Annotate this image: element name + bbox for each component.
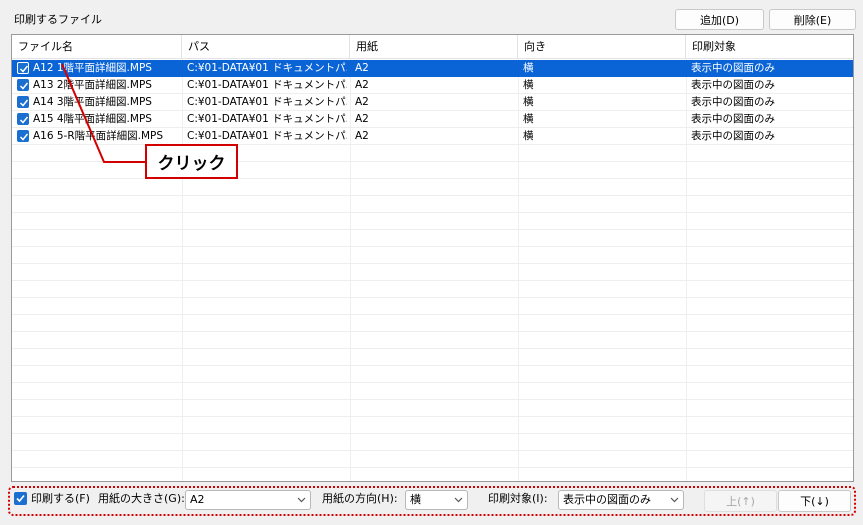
add-button[interactable]: 追加(D) (675, 9, 764, 30)
cell-paper: A2 (355, 96, 369, 108)
print-checkbox[interactable] (14, 492, 27, 505)
print-label[interactable]: 印刷する(F) (31, 492, 90, 506)
cell-print-target: 表示中の図面のみ (691, 96, 775, 108)
empty-row (12, 196, 853, 213)
empty-row (12, 332, 853, 349)
empty-row (12, 162, 853, 179)
cell-orientation: 横 (523, 130, 534, 142)
empty-row (12, 230, 853, 247)
cell-paper: A2 (355, 113, 369, 125)
table-row[interactable]: A16 5-R階平面詳細図.MPS C:¥01-DATA¥01 ドキュメントパ..… (12, 128, 853, 145)
chevron-down-icon (297, 497, 306, 503)
empty-row (12, 349, 853, 366)
cell-orientation: 横 (523, 62, 534, 74)
print-target-dropdown[interactable]: 表示中の図面のみ (558, 490, 684, 510)
cell-path: C:¥01-DATA¥01 ドキュメントパ... (187, 130, 347, 142)
row-checkbox[interactable] (17, 113, 29, 125)
column-header-print-target[interactable]: 印刷対象 (686, 35, 853, 59)
empty-row (12, 145, 853, 162)
orientation-value: 横 (410, 493, 421, 506)
cell-print-target: 表示中の図面のみ (691, 130, 775, 142)
empty-row (12, 179, 853, 196)
table-row[interactable]: A13 2階平面詳細図.MPS C:¥01-DATA¥01 ドキュメントパ... A… (12, 77, 853, 94)
empty-row (12, 468, 853, 481)
cell-path: C:¥01-DATA¥01 ドキュメントパ... (187, 113, 347, 125)
cell-orientation: 横 (523, 79, 534, 91)
empty-row (12, 315, 853, 332)
empty-row (12, 417, 853, 434)
move-up-button[interactable]: 上(↑) (704, 490, 777, 512)
empty-row (12, 451, 853, 468)
cell-print-target: 表示中の図面のみ (691, 113, 775, 125)
empty-row (12, 400, 853, 417)
cell-print-target: 表示中の図面のみ (691, 62, 775, 74)
paper-size-dropdown[interactable]: A2 (185, 490, 311, 510)
print-target-value: 表示中の図面のみ (563, 493, 651, 506)
paper-size-value: A2 (190, 493, 205, 506)
empty-row (12, 383, 853, 400)
cell-paper: A2 (355, 79, 369, 91)
cell-filename: A12 1階平面詳細図.MPS (33, 62, 152, 74)
print-target-label: 印刷対象(I): (488, 492, 548, 505)
empty-row (12, 247, 853, 264)
cell-filename: A14 3階平面詳細図.MPS (33, 96, 152, 108)
column-header-paper[interactable]: 用紙 (350, 35, 518, 59)
row-checkbox[interactable] (17, 62, 29, 74)
cell-paper: A2 (355, 130, 369, 142)
table-row[interactable]: A12 1階平面詳細図.MPS C:¥01-DATA¥01 ドキュメントパ... A… (12, 60, 853, 77)
chevron-down-icon (670, 497, 679, 503)
click-callout: クリック (145, 144, 238, 179)
move-down-button[interactable]: 下(↓) (778, 490, 851, 512)
cell-path: C:¥01-DATA¥01 ドキュメントパ... (187, 62, 347, 74)
chevron-down-icon (454, 497, 463, 503)
cell-path: C:¥01-DATA¥01 ドキュメントパ... (187, 96, 347, 108)
empty-row (12, 281, 853, 298)
delete-button[interactable]: 削除(E) (769, 9, 856, 30)
empty-row (12, 366, 853, 383)
row-checkbox[interactable] (17, 96, 29, 108)
cell-filename: A15 4階平面詳細図.MPS (33, 113, 152, 125)
cell-print-target: 表示中の図面のみ (691, 79, 775, 91)
empty-row (12, 298, 853, 315)
cell-orientation: 横 (523, 113, 534, 125)
row-checkbox[interactable] (17, 130, 29, 142)
table-row[interactable]: A14 3階平面詳細図.MPS C:¥01-DATA¥01 ドキュメントパ... A… (12, 94, 853, 111)
column-header-orientation[interactable]: 向き (518, 35, 686, 59)
cell-filename: A13 2階平面詳細図.MPS (33, 79, 152, 91)
table-row[interactable]: A15 4階平面詳細図.MPS C:¥01-DATA¥01 ドキュメントパ... A… (12, 111, 853, 128)
cell-filename: A16 5-R階平面詳細図.MPS (33, 130, 164, 142)
empty-row (12, 434, 853, 451)
section-title: 印刷するファイル (14, 13, 102, 26)
column-header-path[interactable]: パス (182, 35, 350, 59)
empty-row (12, 264, 853, 281)
empty-row (12, 213, 853, 230)
paper-size-label: 用紙の大きさ(G): (98, 492, 185, 505)
cell-orientation: 横 (523, 96, 534, 108)
orientation-label: 用紙の方向(H): (322, 492, 398, 505)
cell-paper: A2 (355, 62, 369, 74)
file-list[interactable]: ファイル名 パス 用紙 向き 印刷対象 A12 1階平面詳細図.MPS C:¥01… (11, 34, 854, 482)
row-checkbox[interactable] (17, 79, 29, 91)
orientation-dropdown[interactable]: 横 (405, 490, 468, 510)
list-header: ファイル名 パス 用紙 向き 印刷対象 (12, 35, 853, 59)
cell-path: C:¥01-DATA¥01 ドキュメントパ... (187, 79, 347, 91)
column-header-filename[interactable]: ファイル名 (12, 35, 182, 59)
